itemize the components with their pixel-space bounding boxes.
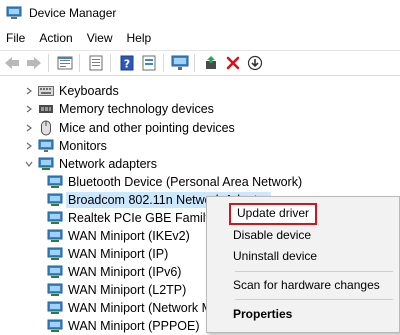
tree-item-label: Mice and other pointing devices [59,120,235,135]
tree-item-label: WAN Miniport (L2TP) [68,282,187,297]
tree-item-wan-ikev2[interactable]: WAN Miniport (IKEv2) [45,226,190,245]
tree-item-label: Memory technology devices [59,101,214,116]
memory-icon [38,101,54,117]
network-adapter-icon [47,228,63,244]
uninstall-icon[interactable] [223,53,243,73]
tree-item-wan-ip[interactable]: WAN Miniport (IP) [45,244,168,263]
network-adapter-icon [47,210,63,226]
menu-separator [235,299,393,300]
keyboard-icon [38,83,54,99]
network-adapter-icon [47,264,63,280]
update-driver-icon[interactable] [201,53,221,73]
scan-hardware-menu-item[interactable]: Scan for hardware changes [233,275,380,295]
svg-text:?: ? [124,58,130,71]
update-driver-menu-item[interactable]: Update driver [229,203,318,225]
download-icon[interactable] [245,53,265,73]
toolbar-separator [48,54,49,72]
disable-device-menu-item[interactable]: Disable device [233,225,311,245]
network-adapter-icon [47,246,63,262]
uninstall-device-menu-item[interactable]: Uninstall device [233,246,317,266]
tree-item-label: Monitors [59,138,107,153]
back-icon[interactable] [2,53,22,73]
tree-item-label: WAN Miniport (IKEv2) [68,228,190,243]
tree-item-network-adapters[interactable]: Network adapters [22,154,157,173]
monitor-icon[interactable] [170,53,190,73]
tree-item-label: WAN Miniport (IPv6) [68,264,182,279]
chevron-right-icon[interactable] [22,142,36,150]
chevron-right-icon[interactable] [22,124,36,132]
tree-item-wan-ipv6[interactable]: WAN Miniport (IPv6) [45,262,181,281]
tree-item-wan-l2tp[interactable]: WAN Miniport (L2TP) [45,280,186,299]
network-adapter-icon [47,300,63,316]
tree-item-memory-technology-devices[interactable]: Memory technology devices [22,99,214,118]
network-adapter-icon [47,192,63,208]
monitor-icon [38,138,54,154]
toolbar-separator [79,54,80,72]
resources-icon[interactable] [139,53,159,73]
device-manager-icon [6,5,22,21]
tree-item-label: Bluetooth Device (Personal Area Network) [68,174,303,189]
network-adapter-icon [47,282,63,298]
toolbar-separator [110,54,111,72]
tree-item-bluetooth-device[interactable]: Bluetooth Device (Personal Area Network) [45,172,302,191]
toolbar-separator [194,54,195,72]
tree-item-label: WAN Miniport (PPPOE) [68,318,200,333]
chevron-down-icon[interactable] [22,160,36,168]
help-icon[interactable]: ? [117,53,137,73]
tree-item-monitors[interactable]: Monitors [22,136,107,155]
properties-icon[interactable] [55,53,75,73]
network-adapter-icon [38,156,54,172]
chevron-right-icon[interactable] [22,87,36,95]
menu-action[interactable]: Action [32,31,79,45]
title-bar: Device Manager [0,0,400,25]
tree-item-label: WAN Miniport (IP) [68,246,169,261]
tree-item-mice[interactable]: Mice and other pointing devices [22,118,235,137]
tree-item-label: Network adapters [59,156,157,171]
menu-separator [235,271,393,272]
menu-bar: File Action View Help [0,27,400,49]
show-hide-icon[interactable] [86,53,106,73]
mouse-icon [38,120,54,136]
network-adapter-icon [47,174,63,190]
tree-item-label: Keyboards [59,83,119,98]
forward-icon[interactable] [24,53,44,73]
toolbar-separator [163,54,164,72]
tree-item-wan-pppoe[interactable]: WAN Miniport (PPPOE) [45,316,200,335]
menu-file[interactable]: File [0,31,32,45]
menu-help[interactable]: Help [120,31,159,45]
context-menu: Update driver Disable device Uninstall d… [206,196,400,333]
toolbar: ? [0,50,400,76]
tree-item-keyboards[interactable]: Keyboards [22,81,119,100]
properties-menu-item[interactable]: Properties [233,304,292,324]
network-adapter-icon [47,318,63,334]
menu-view[interactable]: View [80,31,120,45]
chevron-right-icon[interactable] [22,105,36,113]
window-title: Device Manager [29,5,117,20]
